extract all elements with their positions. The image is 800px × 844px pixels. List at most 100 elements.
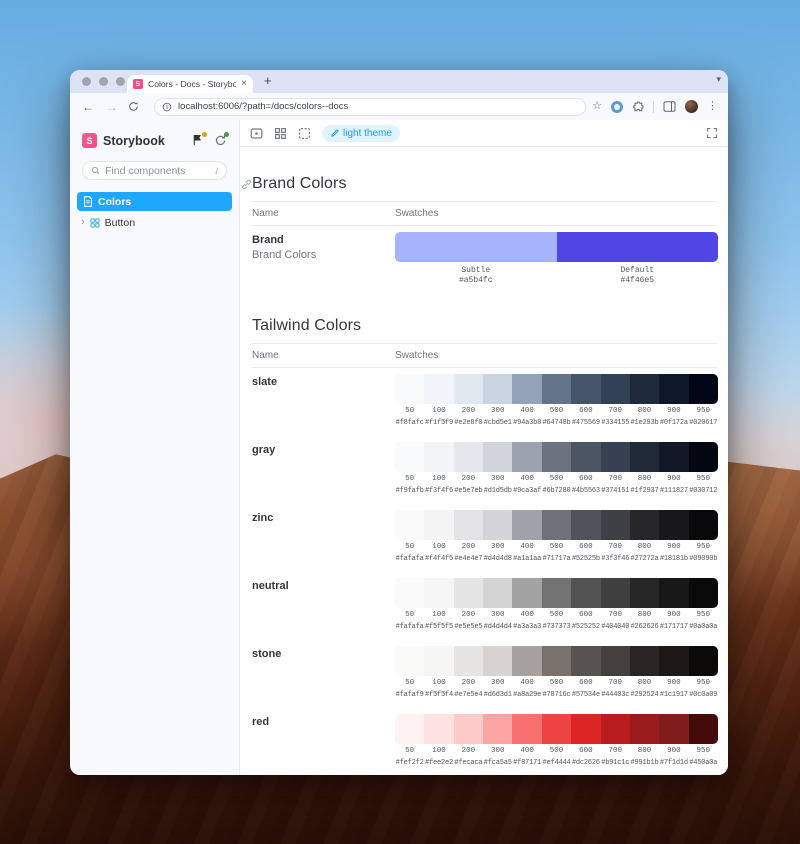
- section-title: Brand Colors: [252, 175, 718, 202]
- row-name: stone: [252, 648, 395, 660]
- scale-label: 400: [512, 679, 541, 688]
- search-input[interactable]: Find components /: [82, 161, 227, 180]
- profile-avatar[interactable]: [685, 100, 698, 113]
- browser-menu-icon[interactable]: ⋮: [707, 101, 718, 112]
- scale-label: 50: [395, 611, 424, 620]
- swatch-cell: [542, 646, 571, 676]
- table-header: Name Swatches: [252, 344, 718, 368]
- hex-label: #fee2e2: [424, 759, 453, 768]
- scale-label: 300: [483, 747, 512, 756]
- hex-labels: #f9fafb#f3f4f6#e5e7eb#d1d5db#9ca3af#6b72…: [395, 487, 718, 496]
- swatch-cell: [630, 646, 659, 676]
- scale-label: 950: [689, 407, 718, 416]
- swatch-cell: [454, 646, 483, 676]
- close-tab-icon[interactable]: ×: [241, 79, 247, 89]
- tab-list-chevron-icon[interactable]: ▾: [716, 74, 721, 85]
- table-header: Name Swatches: [252, 202, 718, 226]
- bookmark-star-icon[interactable]: ☆: [592, 101, 602, 112]
- swatch-cell: [689, 510, 718, 540]
- swatch-cell: [659, 510, 688, 540]
- hex-label: #1c1917: [659, 691, 688, 700]
- storybook-logo-icon[interactable]: S: [82, 133, 97, 148]
- forward-icon[interactable]: →: [104, 101, 120, 113]
- docs-page-icon: [83, 196, 93, 207]
- scale-label: 100: [424, 611, 453, 620]
- swatch-cell: [424, 646, 453, 676]
- swatch-cell: [424, 442, 453, 472]
- anchor-link-icon[interactable]: [241, 179, 252, 190]
- zoom-grid-icon[interactable]: [274, 127, 287, 140]
- swatch-cell: [659, 374, 688, 404]
- extensions-puzzle-icon[interactable]: [632, 101, 644, 113]
- hex-label: #e4e4e7: [454, 555, 483, 564]
- swatch-bar: [395, 578, 718, 608]
- swatch-bar: [395, 510, 718, 540]
- scale-label: 600: [571, 679, 600, 688]
- hex-label: #18181b: [659, 555, 688, 564]
- search-placeholder: Find components: [105, 165, 210, 177]
- swatch-cell: [542, 442, 571, 472]
- new-tab-button[interactable]: +: [264, 73, 272, 88]
- tailwind-rows: slate50100200300400500600700800900950#f8…: [252, 368, 718, 775]
- scale-label: 950: [689, 611, 718, 620]
- window-minimize-button[interactable]: [99, 77, 108, 86]
- storybook-brand-title[interactable]: Storybook: [103, 134, 192, 148]
- hex-label: #cbd5e1: [483, 419, 512, 428]
- update-sync-icon[interactable]: [214, 134, 227, 147]
- scale-label: 500: [542, 475, 571, 484]
- browser-tab[interactable]: S Colors - Docs - Storybook ×: [127, 75, 253, 93]
- scale-labels: 50100200300400500600700800900950: [395, 543, 718, 552]
- color-row-gray: gray50100200300400500600700800900950#f9f…: [252, 436, 718, 504]
- scale-label: 950: [689, 543, 718, 552]
- window-close-button[interactable]: [82, 77, 91, 86]
- scale-label: 50: [395, 679, 424, 688]
- sidebar-item-colors[interactable]: Colors: [77, 192, 232, 211]
- reload-icon[interactable]: [128, 101, 144, 112]
- scale-label: 700: [601, 747, 630, 756]
- hex-label: #a3a3a3: [512, 623, 541, 632]
- scale-label: 500: [542, 407, 571, 416]
- toolbar-right: ☆ ⋮: [592, 100, 718, 113]
- row-swatches: 50100200300400500600700800900950#fafaf9#…: [395, 646, 718, 700]
- swatch-cell: [424, 374, 453, 404]
- extension-icon[interactable]: [611, 101, 623, 113]
- scale-label: 300: [483, 543, 512, 552]
- sidebar-item-button[interactable]: › Button: [77, 213, 232, 232]
- hex-label: #fef2f2: [395, 759, 424, 768]
- hex-label: #3f3f46: [601, 555, 630, 564]
- scale-label: 50: [395, 543, 424, 552]
- hex-label: #334155: [601, 419, 630, 428]
- outline-toggle-icon[interactable]: [298, 127, 311, 140]
- hex-label: #52525b: [571, 555, 600, 564]
- chevron-right-icon[interactable]: ›: [81, 217, 85, 228]
- whats-new-flag-icon[interactable]: [192, 134, 205, 147]
- swatch-label-hex: #4f46e5: [557, 276, 719, 286]
- hex-label: #1f2937: [630, 487, 659, 496]
- theme-toggle-label: light theme: [343, 128, 392, 139]
- toolbar-divider: [653, 101, 654, 113]
- swatch-cell: [424, 578, 453, 608]
- notification-dot: [202, 132, 207, 137]
- fullscreen-expand-icon[interactable]: [706, 127, 718, 139]
- window-zoom-button[interactable]: [116, 77, 125, 86]
- theme-toggle-button[interactable]: light theme: [322, 125, 400, 142]
- side-panel-icon[interactable]: [663, 101, 676, 112]
- swatch-cell: [630, 374, 659, 404]
- search-shortcut-hint: /: [215, 166, 218, 176]
- address-bar[interactable]: localhost:6006/?path=/docs/colors--docs: [154, 98, 586, 116]
- canvas-view-icon[interactable]: [250, 127, 263, 140]
- swatch-cell: [483, 510, 512, 540]
- site-info-icon[interactable]: [162, 102, 172, 112]
- scale-label: 600: [571, 747, 600, 756]
- scale-label: 900: [659, 543, 688, 552]
- hex-label: #d6d3d1: [483, 691, 512, 700]
- hex-label: #020617: [689, 419, 718, 428]
- window-controls[interactable]: [82, 77, 125, 86]
- scale-label: 200: [454, 611, 483, 620]
- scale-label: 700: [601, 611, 630, 620]
- scale-label: 500: [542, 543, 571, 552]
- back-icon[interactable]: ←: [80, 101, 96, 113]
- section-title: Tailwind Colors: [252, 317, 718, 344]
- swatch-cell: [571, 374, 600, 404]
- hex-label: #78716c: [542, 691, 571, 700]
